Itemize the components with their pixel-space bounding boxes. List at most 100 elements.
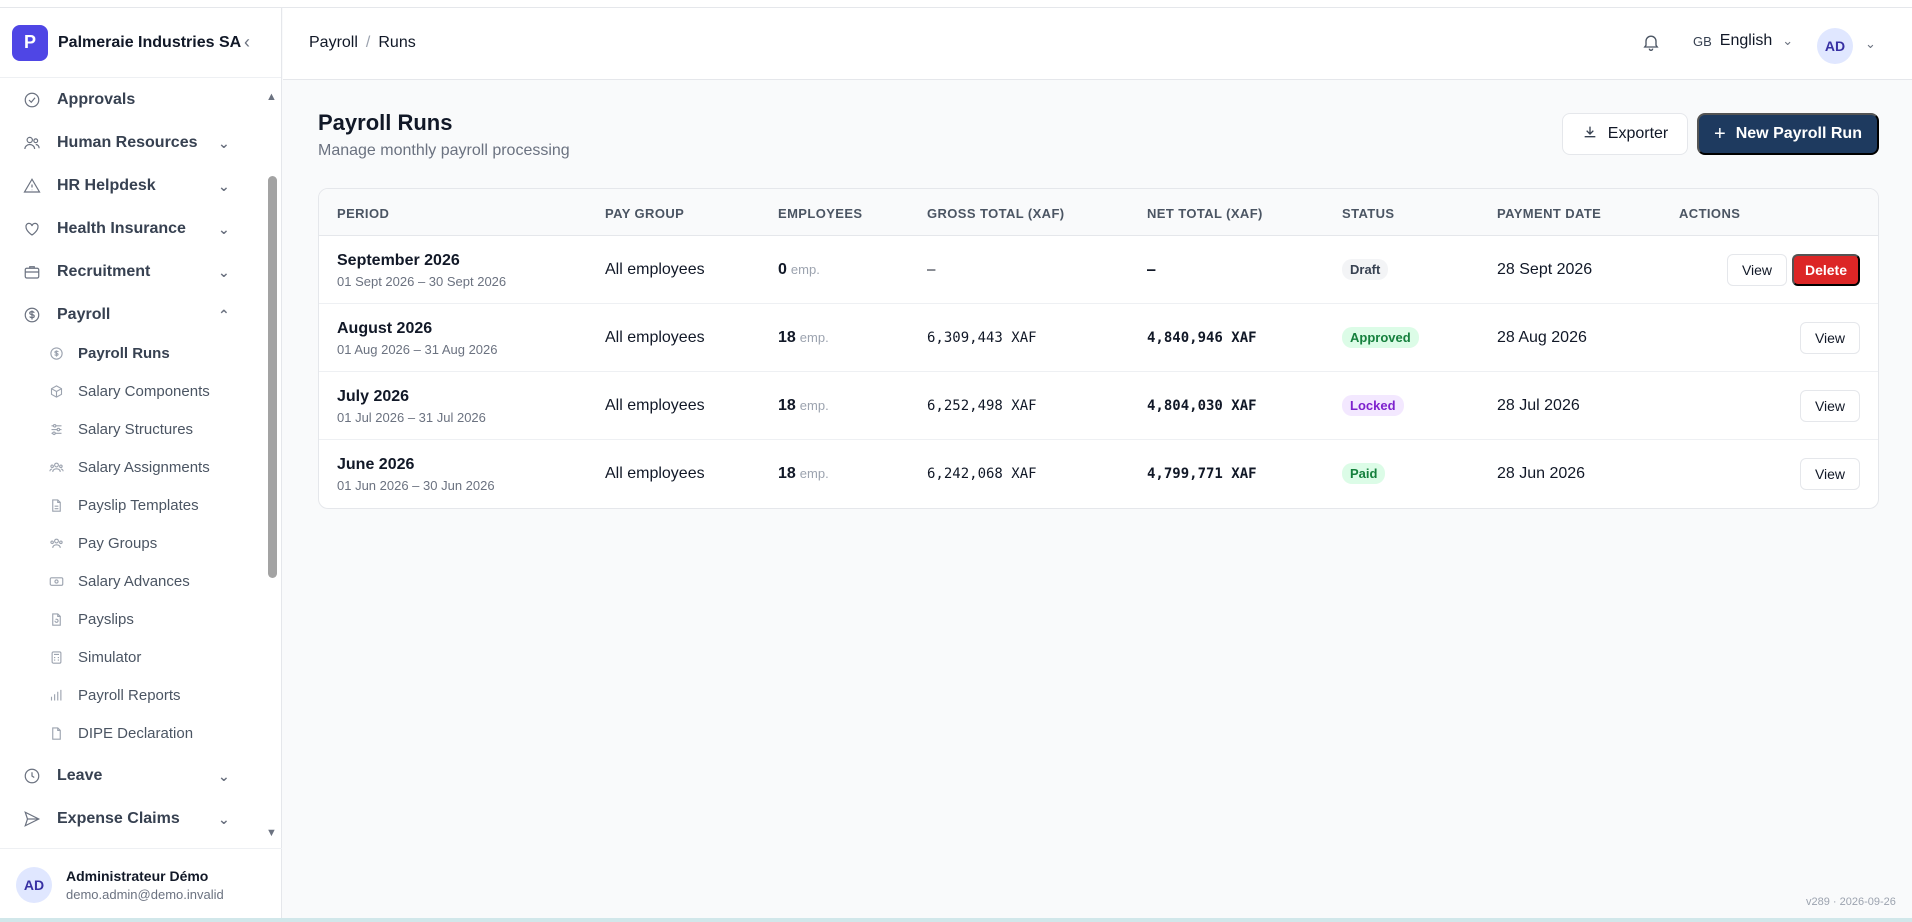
net-total: 4,840,946 XAF: [1147, 330, 1257, 346]
employee-unit: emp.: [799, 398, 829, 413]
table-row[interactable]: September 2026 01 Sept 2026 – 30 Sept 20…: [319, 236, 1878, 304]
sidebar-subitem-salary-structures[interactable]: Salary Structures: [48, 412, 258, 446]
clock-icon: [22, 766, 42, 786]
sidebar-item-label: Expense Claims: [57, 810, 180, 827]
sidebar: P Palmeraie Industries SA ‹ Approvals Hu…: [0, 8, 282, 920]
employee-unit: emp.: [790, 262, 820, 277]
sidebar-subitem-label: DIPE Declaration: [78, 724, 194, 742]
table-row[interactable]: July 2026 01 Jul 2026 – 31 Jul 2026 All …: [319, 372, 1878, 440]
org-logo: P: [12, 24, 48, 61]
sidebar-item-payroll[interactable]: Payroll ⌃: [0, 295, 250, 335]
dollar-icon: [48, 345, 64, 361]
column-header-gross-total: GROSS TOTAL (XAF): [927, 206, 1065, 221]
org-brand[interactable]: P Palmeraie Industries SA: [0, 8, 281, 78]
period-name: September 2026: [337, 252, 460, 269]
employee-unit: emp.: [799, 330, 829, 345]
employee-count: 18: [778, 465, 796, 482]
sidebar-subitem-salary-assignments[interactable]: Salary Assignments: [48, 450, 258, 484]
table-header: PERIOD PAY GROUP EMPLOYEES GROSS TOTAL (…: [319, 189, 1878, 236]
column-header-actions: ACTIONS: [1679, 206, 1741, 221]
bell-icon[interactable]: [1641, 32, 1661, 57]
dollar-circle-icon: [22, 305, 42, 325]
language-selector[interactable]: GB English ⌄: [1693, 32, 1793, 50]
chevron-down-icon: ⌄: [1782, 33, 1794, 48]
gross-total: 6,309,443 XAF: [927, 330, 1037, 346]
download-icon: [1582, 124, 1598, 145]
breadcrumb-runs: Runs: [378, 34, 416, 51]
new-payroll-run-label: New Payroll Run: [1735, 125, 1862, 142]
gross-total: 6,242,068 XAF: [927, 466, 1037, 482]
sidebar-subitem-payroll-runs[interactable]: Payroll Runs: [48, 336, 258, 370]
user-group-icon: [48, 459, 64, 475]
sidebar-subitem-payslip-templates[interactable]: Payslip Templates: [48, 488, 258, 522]
period-name: July 2026: [337, 388, 410, 405]
sidebar-item-approvals[interactable]: Approvals: [0, 80, 250, 120]
column-header-employees: EMPLOYEES: [778, 206, 863, 221]
users-icon: [22, 133, 42, 153]
pay-group: All employees: [605, 465, 705, 482]
table-row[interactable]: June 2026 01 Jun 2026 – 30 Jun 2026 All …: [319, 440, 1878, 508]
chevron-down-icon: ⌄: [218, 810, 230, 827]
export-button[interactable]: Exporter: [1562, 113, 1688, 155]
sidebar-subitem-dipe-declaration[interactable]: DIPE Declaration: [48, 716, 258, 750]
calculator-icon: [48, 649, 64, 665]
language-label: English: [1719, 32, 1773, 49]
sidebar-item-health-insurance[interactable]: Health Insurance ⌄: [0, 209, 250, 249]
period-range: 01 Jun 2026 – 30 Jun 2026: [337, 478, 495, 493]
scroll-down-arrow[interactable]: ▼: [266, 828, 278, 839]
period-name: August 2026: [337, 320, 433, 337]
column-header-period: PERIOD: [337, 206, 390, 221]
file-refresh-icon: [48, 611, 64, 627]
sidebar-item-expense-claims[interactable]: Expense Claims ⌄: [0, 799, 250, 839]
sidebar-subitem-payslips[interactable]: Payslips: [48, 602, 258, 636]
employee-unit: emp.: [799, 466, 829, 481]
sidebar-subitem-simulator[interactable]: Simulator: [48, 640, 258, 674]
scroll-up-arrow[interactable]: ▲: [266, 92, 278, 103]
flag-icon: GB: [1693, 33, 1712, 49]
sidebar-subitem-label: Salary Advances: [78, 572, 190, 590]
chevron-down-icon[interactable]: ⌄: [1865, 36, 1876, 52]
sidebar-item-label: HR Helpdesk: [57, 177, 156, 194]
bar-chart-icon: [48, 687, 64, 703]
top-header: Payroll / Runs GB English ⌄ AD ⌄: [283, 8, 1912, 80]
view-button[interactable]: View: [1800, 322, 1860, 354]
version-label: v289 · 2026-09-26: [1806, 896, 1896, 908]
column-header-net-total: NET TOTAL (XAF): [1147, 206, 1263, 221]
period-range: 01 Sept 2026 – 30 Sept 2026: [337, 274, 507, 289]
sidebar-item-hr-helpdesk[interactable]: HR Helpdesk ⌄: [0, 166, 250, 206]
view-button[interactable]: View: [1800, 390, 1860, 422]
breadcrumb-payroll[interactable]: Payroll: [309, 34, 358, 51]
payment-date: 28 Jun 2026: [1497, 465, 1586, 482]
file-text-icon: [48, 725, 64, 741]
period-range: 01 Jul 2026 – 31 Jul 2026: [337, 410, 486, 425]
header-avatar[interactable]: AD: [1817, 28, 1853, 64]
view-button[interactable]: View: [1800, 458, 1860, 490]
column-header-pay-group: PAY GROUP: [605, 206, 685, 221]
sidebar-subitem-salary-components[interactable]: Salary Components: [48, 374, 258, 408]
sidebar-subitem-label: Pay Groups: [78, 534, 158, 552]
chevron-down-icon: ⌄: [218, 134, 230, 151]
page-subtitle: Manage monthly payroll processing: [318, 142, 570, 159]
collapse-sidebar-icon[interactable]: ‹: [244, 32, 250, 53]
sidebar-item-human-resources[interactable]: Human Resources ⌄: [0, 123, 250, 163]
delete-button[interactable]: Delete: [1792, 254, 1860, 286]
file-icon: [48, 497, 64, 513]
status-badge: Locked: [1342, 395, 1404, 416]
plus-icon: +: [1714, 122, 1726, 145]
sidebar-subitem-label: Simulator: [78, 648, 142, 666]
org-name: Palmeraie Industries SA: [58, 33, 242, 51]
sidebar-scrollbar-thumb[interactable]: [268, 176, 277, 578]
sidebar-item-label: Approvals: [57, 91, 136, 108]
sidebar-item-leave[interactable]: Leave ⌄: [0, 756, 250, 796]
view-button[interactable]: View: [1727, 254, 1787, 286]
new-payroll-run-button[interactable]: + New Payroll Run: [1697, 113, 1879, 155]
sidebar-subitem-payroll-reports[interactable]: Payroll Reports: [48, 678, 258, 712]
table-row[interactable]: August 2026 01 Aug 2026 – 31 Aug 2026 Al…: [319, 304, 1878, 372]
top-border: [0, 0, 1912, 8]
user-email: demo.admin@demo.invalid: [66, 886, 224, 902]
sidebar-subitem-salary-advances[interactable]: Salary Advances: [48, 564, 258, 598]
user-profile[interactable]: AD Administrateur Démo demo.admin@demo.i…: [0, 848, 282, 920]
sidebar-subitem-pay-groups[interactable]: Pay Groups: [48, 526, 258, 560]
sidebar-item-recruitment[interactable]: Recruitment ⌄: [0, 252, 250, 292]
sidebar-item-label: Payroll: [57, 306, 111, 323]
